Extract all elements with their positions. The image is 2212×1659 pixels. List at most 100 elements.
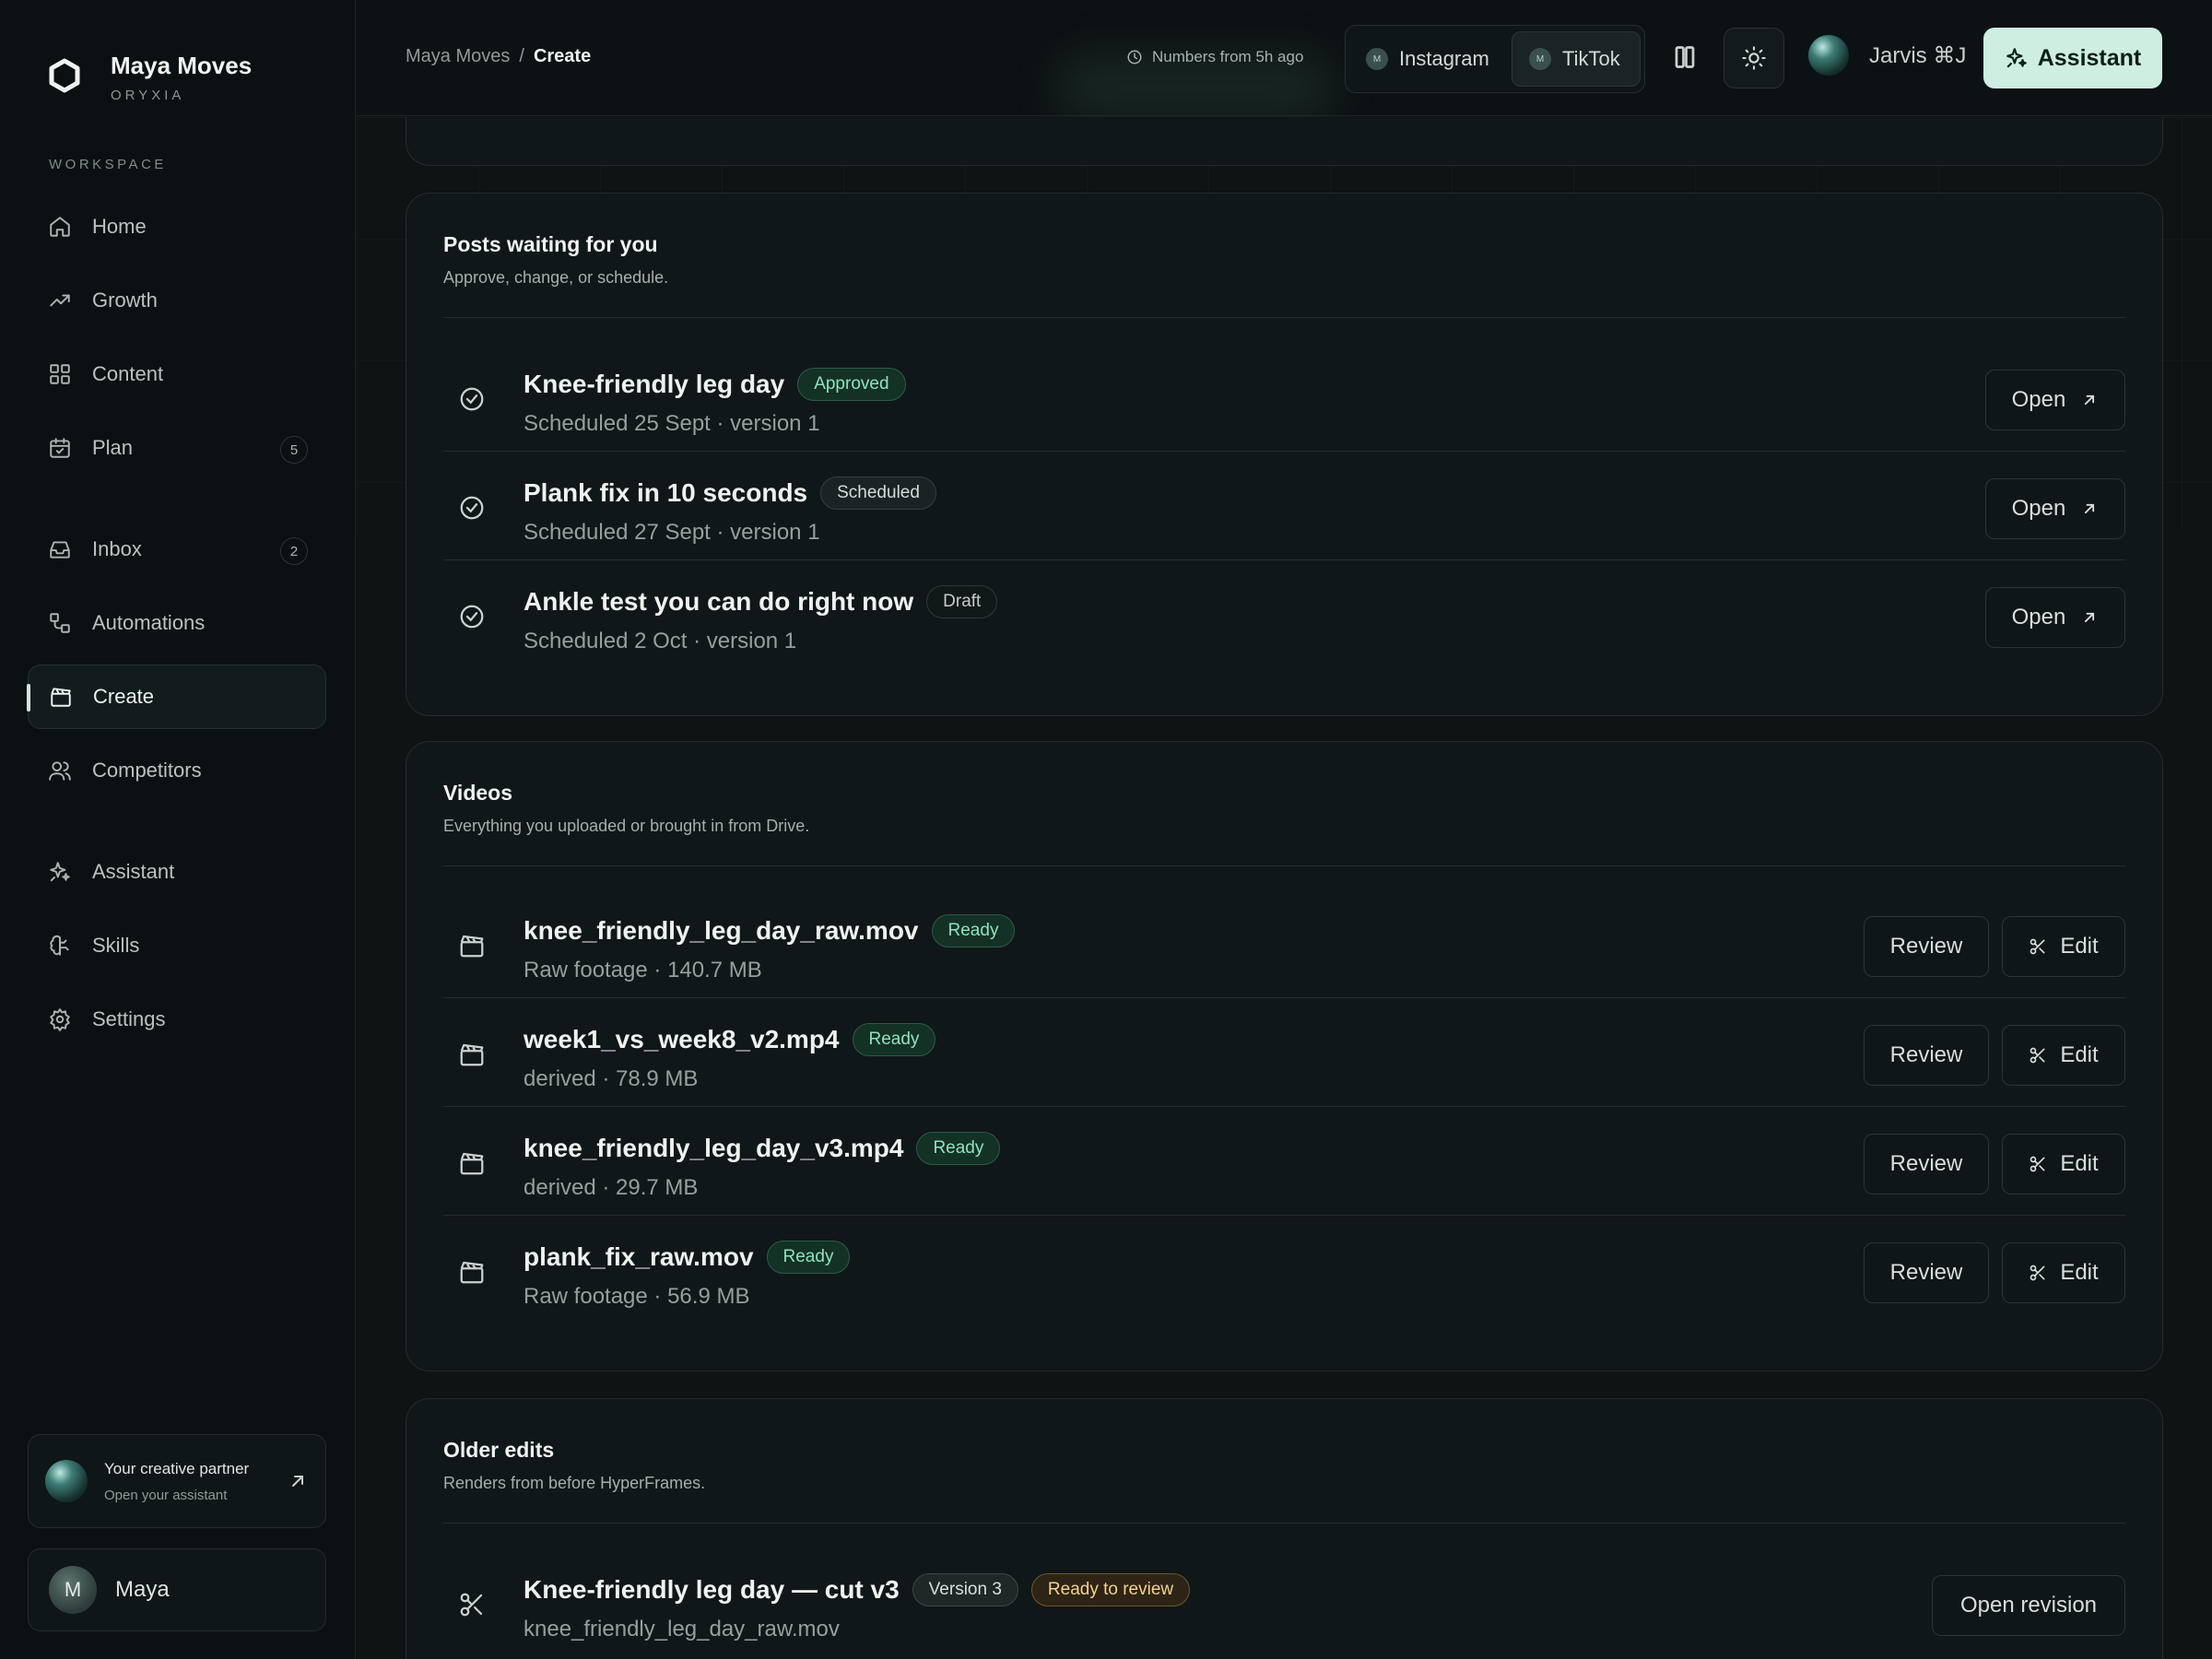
sidebar-item-create[interactable]: Create <box>27 665 326 729</box>
edit-title: Knee-friendly leg day — cut v3 <box>524 1575 900 1604</box>
scissors-icon <box>2030 1047 2045 1064</box>
sidebar-item-label: Create <box>93 685 155 708</box>
sidebar-item-home[interactable]: Home <box>28 194 326 259</box>
scissors-icon <box>2030 1265 2045 1281</box>
platform-instagram[interactable]: M Instagram <box>1366 31 1489 87</box>
inbox-icon <box>50 541 70 559</box>
review-button[interactable]: Review <box>1864 1025 1989 1086</box>
edit-button[interactable]: Edit <box>2002 1025 2125 1086</box>
partner-subtitle: Open your assistant <box>104 1487 228 1503</box>
sidebar-item-label: Home <box>92 215 147 238</box>
creative-partner-card[interactable]: Your creative partner Open your assistan… <box>28 1434 326 1528</box>
brain-icon <box>50 935 69 956</box>
scissors-icon <box>2030 938 2045 955</box>
arrow-up-right-icon <box>2085 612 2095 623</box>
check-circle-icon <box>460 496 484 520</box>
clapperboard-icon <box>460 1261 484 1284</box>
sparkles-icon <box>2006 48 2027 68</box>
review-button[interactable]: Review <box>1864 1134 1989 1194</box>
status-badge: Draft <box>926 585 998 618</box>
edit-button[interactable]: Edit <box>2002 1242 2125 1303</box>
jarvis-launcher[interactable]: Jarvis ⌘J <box>1808 35 1966 76</box>
open-post-button[interactable]: Open <box>1985 587 2125 648</box>
older-edits-card: Older edits Renders from before HyperFra… <box>406 1398 2163 1659</box>
divider <box>443 1523 2125 1524</box>
sidebar-item-settings[interactable]: Settings <box>28 987 326 1052</box>
video-row: knee_friendly_leg_day_raw.mov Ready Raw … <box>443 889 2125 998</box>
columns-toggle-icon[interactable] <box>1668 41 1701 74</box>
clapperboard-icon <box>51 688 71 707</box>
grid-icon <box>50 364 70 384</box>
sidebar-item-label: Content <box>92 362 164 385</box>
clapperboard-icon <box>460 1152 484 1175</box>
post-title: Knee-friendly leg day <box>524 370 785 398</box>
workflow-icon <box>50 613 70 633</box>
posts-card: Posts waiting for you Approve, change, o… <box>406 193 2163 716</box>
version-badge: Version 3 <box>912 1573 1018 1606</box>
assistant-button[interactable]: Assistant <box>1983 28 2162 88</box>
scissors-icon <box>2030 1156 2045 1172</box>
video-filename: plank_fix_raw.mov <box>524 1242 754 1271</box>
arrow-up-right-icon <box>2085 503 2095 514</box>
review-button[interactable]: Review <box>1864 916 1989 977</box>
platform-tiktok[interactable]: M TikTok <box>1512 31 1641 87</box>
edit-button[interactable]: Edit <box>2002 1134 2125 1194</box>
sidebar-item-inbox[interactable]: Inbox 2 <box>28 517 326 582</box>
platform-label: Instagram <box>1399 47 1489 70</box>
edit-button[interactable]: Edit <box>2002 916 2125 977</box>
sidebar-item-label: Assistant <box>92 860 175 883</box>
video-meta: derived · 78.9 MB <box>524 1066 699 1091</box>
sidebar-item-assistant[interactable]: Assistant <box>28 840 326 904</box>
post-title: Plank fix in 10 seconds <box>524 478 808 507</box>
theme-toggle-button[interactable] <box>1724 28 1784 88</box>
topbar: Maya Moves / Create Numbers from 5h ago … <box>357 0 2212 120</box>
breadcrumb: Maya Moves / Create <box>406 46 591 67</box>
video-row: knee_friendly_leg_day_v3.mp4 Ready deriv… <box>443 1107 2125 1216</box>
scissors-icon <box>460 1593 483 1617</box>
previous-card <box>406 117 2163 166</box>
post-row: Plank fix in 10 seconds Scheduled Schedu… <box>443 452 2125 560</box>
assistant-orb-icon <box>45 1460 88 1502</box>
post-meta: Scheduled 25 Sept · version 1 <box>524 411 820 436</box>
video-meta: derived · 29.7 MB <box>524 1175 699 1200</box>
sidebar-item-growth[interactable]: Growth <box>28 268 326 333</box>
open-post-button[interactable]: Open <box>1985 478 2125 539</box>
platform-label: TikTok <box>1562 47 1620 70</box>
edit-row: Knee-friendly leg day — cut v3 Version 3… <box>443 1548 2125 1657</box>
clapperboard-icon <box>460 935 484 958</box>
sidebar-item-plan[interactable]: Plan 5 <box>28 416 326 480</box>
sidebar-item-competitors[interactable]: Competitors <box>28 738 326 803</box>
post-row: Ankle test you can do right now Draft Sc… <box>443 560 2125 669</box>
breadcrumb-current: Create <box>533 46 592 66</box>
videos-card: Videos Everything you uploaded or brough… <box>406 741 2163 1371</box>
assistant-button-label: Assistant <box>2037 44 2142 71</box>
workspace-label: WORKSPACE <box>49 157 167 172</box>
video-row: week1_vs_week8_v2.mp4 Ready derived · 78… <box>443 998 2125 1107</box>
sidebar-item-automations[interactable]: Automations <box>28 591 326 655</box>
sidebar-item-label: Plan <box>92 436 134 459</box>
brand-name: Maya Moves <box>111 52 253 79</box>
open-revision-button[interactable]: Open revision <box>1932 1575 2125 1636</box>
status-badge: Ready to review <box>1030 1573 1191 1606</box>
breadcrumb-parent[interactable]: Maya Moves <box>406 46 510 67</box>
sun-icon <box>1742 46 1766 70</box>
sidebar-item-content[interactable]: Content <box>28 342 326 406</box>
trending-up-icon <box>50 294 70 307</box>
sidebar-item-skills[interactable]: Skills <box>28 913 326 978</box>
status-badge: Approved <box>797 368 906 401</box>
breadcrumb-separator: / <box>519 46 524 66</box>
users-icon <box>49 761 71 781</box>
instagram-avatar: M <box>1366 48 1388 70</box>
posts-subtitle: Approve, change, or schedule. <box>443 268 669 287</box>
arrow-up-right-icon <box>2085 394 2095 406</box>
user-profile[interactable]: M Maya <box>28 1548 326 1631</box>
review-button[interactable]: Review <box>1864 1242 1989 1303</box>
open-post-button[interactable]: Open <box>1985 370 2125 430</box>
sidebar-item-label: Inbox <box>92 537 142 560</box>
partner-title: Your creative partner <box>104 1459 250 1477</box>
brand[interactable]: Maya Moves ORYXIA <box>46 52 252 103</box>
posts-title: Posts waiting for you <box>443 232 658 256</box>
button-label: Edit <box>2060 1151 2099 1176</box>
brand-logo-icon <box>49 58 80 93</box>
post-meta: Scheduled 2 Oct · version 1 <box>524 629 797 653</box>
